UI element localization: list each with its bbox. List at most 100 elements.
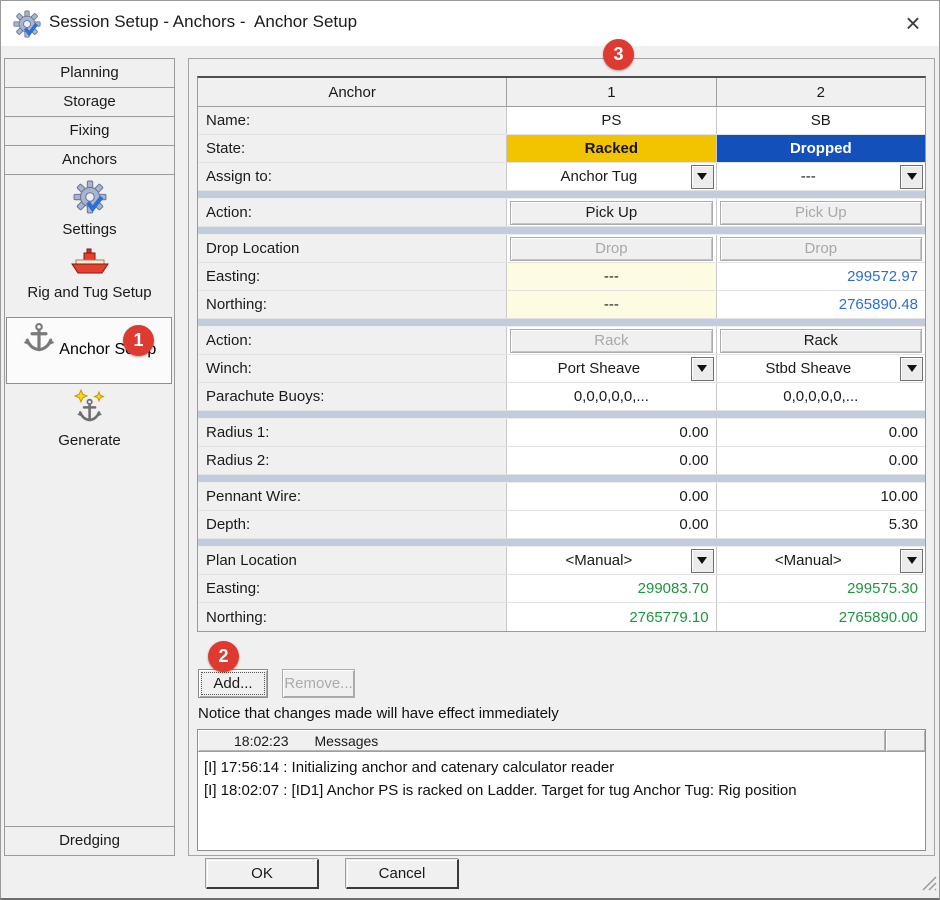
row-label: Northing: bbox=[198, 291, 506, 318]
ok-button[interactable]: OK bbox=[206, 859, 319, 889]
winch-dropdown-anchor1[interactable]: Port Sheave bbox=[506, 355, 715, 382]
depth-cell-anchor2[interactable]: 5.30 bbox=[716, 511, 925, 538]
row-label: Radius 1: bbox=[198, 419, 506, 446]
sidebar-item-rig-and-tug-setup[interactable]: Rig and Tug Setup bbox=[6, 247, 173, 301]
state-cell-anchor2: Dropped bbox=[716, 135, 925, 162]
parachute-cell-anchor2[interactable]: 0,0,0,0,0,... bbox=[716, 383, 925, 410]
drop-northing-cell-anchor1: --- bbox=[506, 291, 715, 318]
messages-header: 18:02:23 Messages bbox=[198, 730, 925, 752]
radius1-cell-anchor1[interactable]: 0.00 bbox=[506, 419, 715, 446]
plan-location-dropdown-anchor1[interactable]: <Manual> bbox=[506, 547, 715, 574]
sidebar-item-storage[interactable]: Storage bbox=[5, 88, 174, 117]
messages-header-main[interactable]: 18:02:23 Messages bbox=[198, 730, 886, 751]
anchor-stars-icon bbox=[71, 412, 109, 429]
sidebar-item-fixing[interactable]: Fixing bbox=[5, 117, 174, 146]
chevron-down-icon[interactable] bbox=[691, 357, 714, 381]
cell: Pick Up bbox=[716, 199, 925, 226]
separator-row bbox=[198, 319, 925, 327]
sidebar-item-generate[interactable]: Generate bbox=[6, 389, 173, 449]
name-cell-anchor2[interactable]: SB bbox=[716, 107, 925, 134]
anchor-setup-panel: Anchor 1 2 Name: PS SB State: Racked Dro… bbox=[188, 58, 935, 856]
drop-northing-cell-anchor2[interactable]: 2765890.48 bbox=[716, 291, 925, 318]
parachute-cell-anchor1[interactable]: 0,0,0,0,0,... bbox=[506, 383, 715, 410]
step-badge-2: 2 bbox=[208, 641, 239, 672]
settings-gear-icon bbox=[73, 201, 107, 218]
name-cell-anchor1[interactable]: PS bbox=[506, 107, 715, 134]
pennant-cell-anchor2[interactable]: 10.00 bbox=[716, 483, 925, 510]
messages-list: [I] 17:56:14 : Initializing anchor and c… bbox=[198, 752, 925, 806]
step-badge-1: 1 bbox=[123, 325, 154, 356]
sidebar: Planning Storage Fixing Anchors Setti bbox=[4, 58, 175, 856]
winch-dropdown-anchor2[interactable]: Stbd Sheave bbox=[716, 355, 925, 382]
sidebar-item-anchors[interactable]: Anchors bbox=[5, 146, 174, 175]
sidebar-item-settings[interactable]: Settings bbox=[6, 180, 173, 238]
rack-button-anchor2[interactable]: Rack bbox=[720, 329, 922, 353]
row-label: Drop Location bbox=[198, 235, 506, 262]
assign-to-dropdown-anchor1[interactable]: Anchor Tug bbox=[506, 163, 715, 190]
title-bar: Session Setup - Anchors - Anchor Setup × bbox=[1, 1, 939, 46]
plan-easting-cell-anchor2[interactable]: 299575.30 bbox=[716, 575, 925, 602]
plan-northing-cell-anchor1[interactable]: 2765779.10 bbox=[506, 603, 715, 631]
separator-row bbox=[198, 411, 925, 419]
table-row-drop-northing: Northing: --- 2765890.48 bbox=[198, 291, 925, 319]
plan-location-dropdown-anchor2[interactable]: <Manual> bbox=[716, 547, 925, 574]
sidebar-item-planning[interactable]: Planning bbox=[5, 59, 174, 88]
dropdown-value: <Manual> bbox=[507, 552, 690, 569]
tug-boat-icon bbox=[70, 264, 110, 281]
chevron-down-icon[interactable] bbox=[691, 165, 714, 189]
messages-header-end bbox=[886, 730, 925, 751]
messages-header-label: Messages bbox=[315, 733, 379, 749]
chevron-down-icon[interactable] bbox=[900, 165, 923, 189]
sidebar-item-label: Generate bbox=[6, 432, 173, 449]
cell: Pick Up bbox=[506, 199, 715, 226]
remove-button: Remove... bbox=[282, 669, 355, 698]
table-row-plan-location: Plan Location <Manual> <Manual> bbox=[198, 547, 925, 575]
radius2-cell-anchor1[interactable]: 0.00 bbox=[506, 447, 715, 474]
table-header-row: Anchor 1 2 bbox=[198, 78, 925, 107]
cell: Drop bbox=[506, 235, 715, 262]
radius2-cell-anchor2[interactable]: 0.00 bbox=[716, 447, 925, 474]
cancel-button[interactable]: Cancel bbox=[346, 859, 459, 889]
plan-northing-cell-anchor2[interactable]: 2765890.00 bbox=[716, 603, 925, 631]
depth-cell-anchor1[interactable]: 0.00 bbox=[506, 511, 715, 538]
header-anchor-2: 2 bbox=[716, 78, 925, 106]
table-row-action-rack: Action: Rack Rack bbox=[198, 327, 925, 355]
messages-header-time: 18:02:23 bbox=[234, 733, 289, 749]
pick-up-button-anchor2: Pick Up bbox=[720, 201, 922, 225]
table-row-radius1: Radius 1: 0.00 0.00 bbox=[198, 419, 925, 447]
cell: Drop bbox=[716, 235, 925, 262]
add-button[interactable]: Add... bbox=[198, 669, 268, 698]
table-row-action-pickup: Action: Pick Up Pick Up bbox=[198, 199, 925, 227]
row-label: Northing: bbox=[198, 603, 506, 631]
close-icon[interactable]: × bbox=[897, 7, 929, 39]
table-row-radius2: Radius 2: 0.00 0.00 bbox=[198, 447, 925, 475]
chevron-down-icon[interactable] bbox=[691, 549, 714, 573]
row-label: Depth: bbox=[198, 511, 506, 538]
pick-up-button-anchor1[interactable]: Pick Up bbox=[510, 201, 712, 225]
step-badge-3: 3 bbox=[603, 39, 634, 70]
gear-check-icon bbox=[13, 10, 41, 38]
cell: Rack bbox=[506, 327, 715, 354]
radius1-cell-anchor2[interactable]: 0.00 bbox=[716, 419, 925, 446]
drop-button-anchor1: Drop bbox=[510, 237, 712, 261]
row-label: Parachute Buoys: bbox=[198, 383, 506, 410]
header-anchor: Anchor bbox=[198, 78, 506, 106]
table-row-depth: Depth: 0.00 5.30 bbox=[198, 511, 925, 539]
sidebar-item-label: Rig and Tug Setup bbox=[6, 284, 173, 301]
drop-easting-cell-anchor2[interactable]: 299572.97 bbox=[716, 263, 925, 290]
row-label: Assign to: bbox=[198, 163, 506, 190]
chevron-down-icon[interactable] bbox=[900, 357, 923, 381]
assign-to-dropdown-anchor2[interactable]: --- bbox=[716, 163, 925, 190]
table-row-plan-easting: Easting: 299083.70 299575.30 bbox=[198, 575, 925, 603]
notice-text: Notice that changes made will have effec… bbox=[198, 705, 559, 722]
table-row-state: State: Racked Dropped bbox=[198, 135, 925, 163]
sidebar-item-label: Settings bbox=[6, 221, 173, 238]
pennant-cell-anchor1[interactable]: 0.00 bbox=[506, 483, 715, 510]
table-row-winch: Winch: Port Sheave Stbd Sheave bbox=[198, 355, 925, 383]
chevron-down-icon[interactable] bbox=[900, 549, 923, 573]
sidebar-item-dredging[interactable]: Dredging bbox=[5, 826, 174, 855]
plan-easting-cell-anchor1[interactable]: 299083.70 bbox=[506, 575, 715, 602]
message-line: [I] 18:02:07 : [ID1] Anchor PS is racked… bbox=[204, 779, 919, 802]
resize-grip-icon[interactable] bbox=[919, 873, 937, 896]
row-label: State: bbox=[198, 135, 506, 162]
